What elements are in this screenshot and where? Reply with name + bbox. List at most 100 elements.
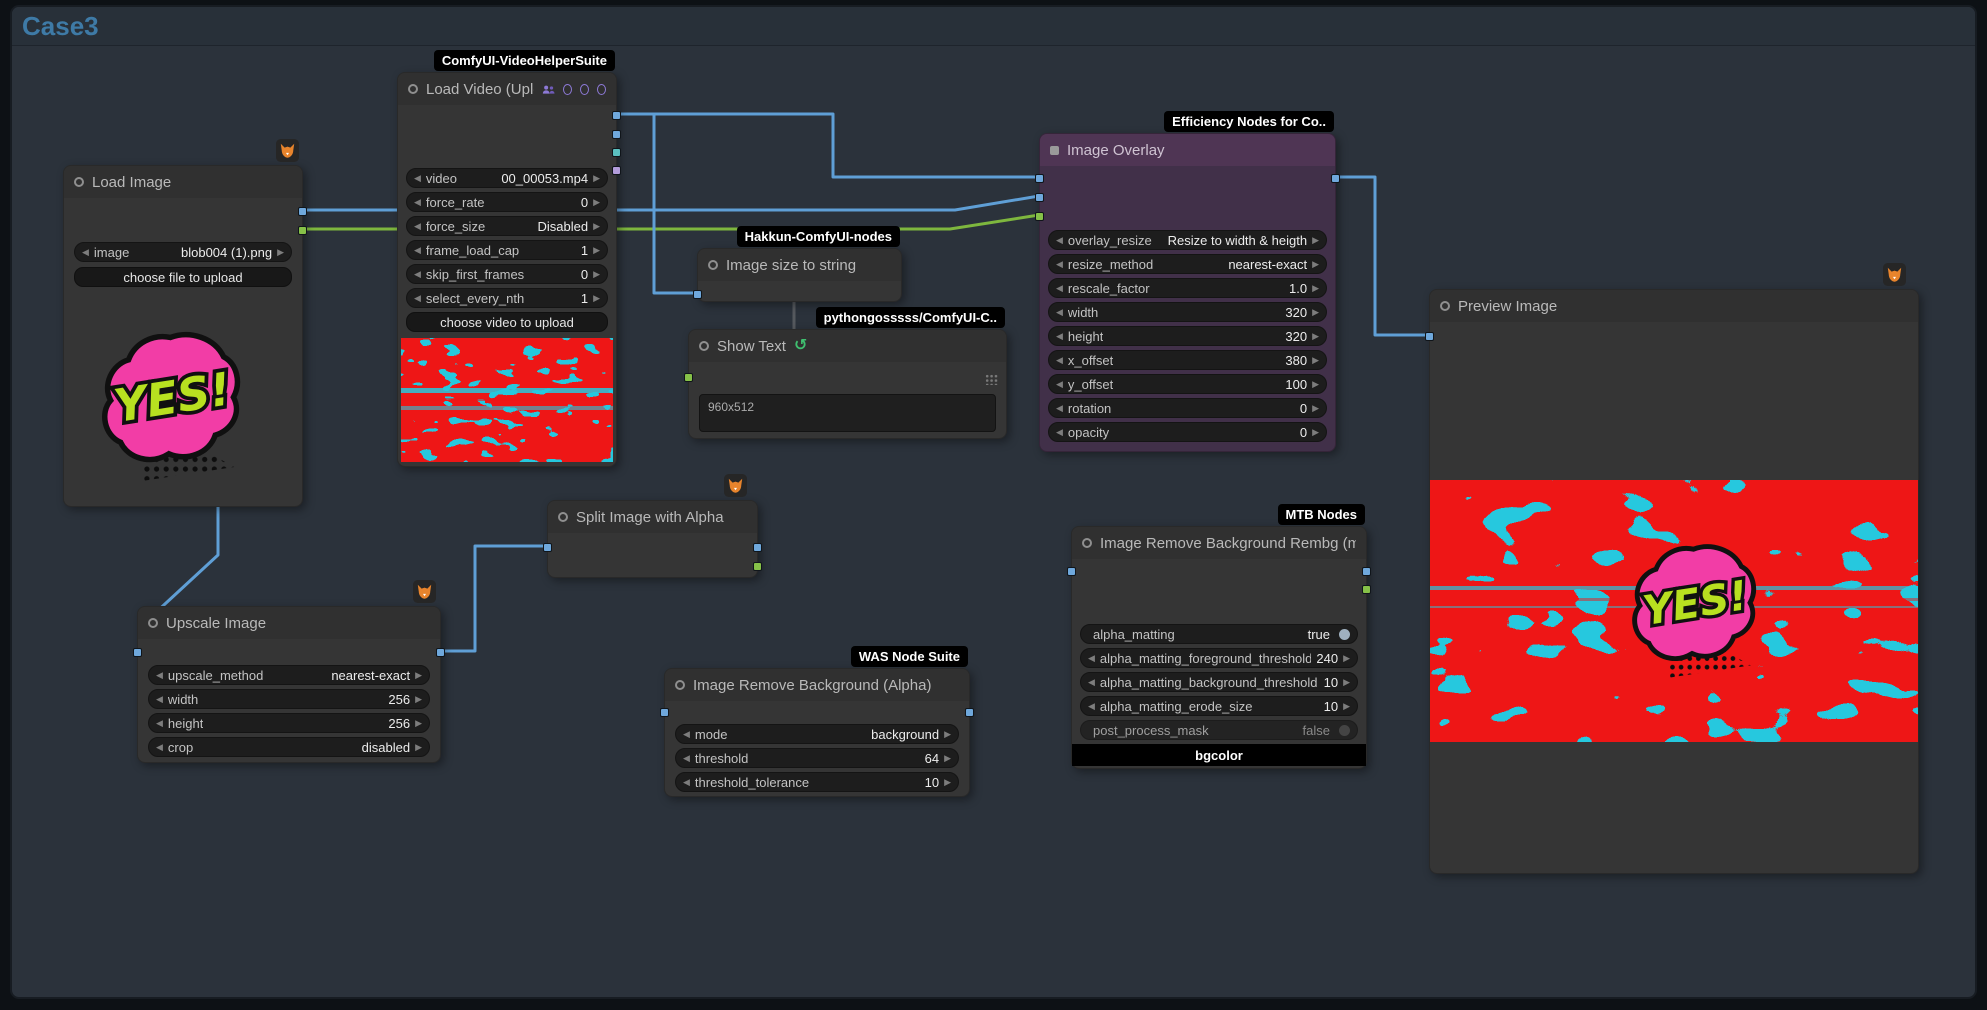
decrement-arrow-icon[interactable]: [1056, 236, 1063, 245]
widget-image[interactable]: image blob004 (1).png: [74, 242, 292, 262]
increment-arrow-icon[interactable]: [415, 695, 422, 704]
input-slot-image[interactable]: [1067, 567, 1076, 576]
increment-arrow-icon[interactable]: [1312, 428, 1319, 437]
collapse-dot-icon[interactable]: [699, 341, 709, 351]
output-slot-frame-count[interactable]: [612, 130, 621, 139]
widget-alpha-matting-erode-size[interactable]: alpha_matting_erode_size 10: [1080, 696, 1358, 716]
increment-arrow-icon[interactable]: [415, 671, 422, 680]
input-slot-image[interactable]: [133, 648, 142, 657]
choose-video-button[interactable]: choose video to upload: [406, 312, 608, 332]
increment-arrow-icon[interactable]: [277, 248, 284, 257]
input-slot-optional-mask[interactable]: [1035, 212, 1044, 221]
widget-upscale-method[interactable]: upscale_method nearest-exact: [148, 665, 430, 685]
node-image-size-to-string[interactable]: Image size to string: [697, 248, 902, 302]
decrement-arrow-icon[interactable]: [156, 743, 163, 752]
node-remove-background-alpha[interactable]: Image Remove Background (Alpha) mode bac…: [664, 668, 970, 797]
decrement-arrow-icon[interactable]: [1088, 654, 1095, 663]
node-header[interactable]: Load Video (Upload): [398, 73, 616, 105]
node-image-overlay[interactable]: Image Overlay overlay_resize Resize to w…: [1039, 133, 1336, 452]
widget-crop[interactable]: crop disabled: [148, 737, 430, 757]
node-show-text[interactable]: Show Text ↺ 960x512: [688, 329, 1007, 439]
increment-arrow-icon[interactable]: [1312, 236, 1319, 245]
increment-arrow-icon[interactable]: [593, 222, 600, 231]
decrement-arrow-icon[interactable]: [1056, 260, 1063, 269]
increment-arrow-icon[interactable]: [1343, 702, 1350, 711]
increment-arrow-icon[interactable]: [593, 294, 600, 303]
decrement-arrow-icon[interactable]: [414, 246, 421, 255]
input-slot-image[interactable]: [543, 543, 552, 552]
input-slot-image[interactable]: [693, 290, 702, 299]
increment-arrow-icon[interactable]: [944, 778, 951, 787]
collapse-dot-icon[interactable]: [675, 680, 685, 690]
output-slot-image[interactable]: [1362, 567, 1371, 576]
widget-alpha-matting-foreground-threshold[interactable]: alpha_matting_foreground_threshold 240: [1080, 648, 1358, 668]
widget-width[interactable]: width 256: [148, 689, 430, 709]
widget-y-offset[interactable]: y_offset 100: [1048, 374, 1327, 394]
node-header[interactable]: Image Remove Background Rembg (mtb): [1072, 527, 1366, 559]
decrement-arrow-icon[interactable]: [414, 222, 421, 231]
node-header[interactable]: Load Image: [64, 166, 302, 198]
widget-rotation[interactable]: rotation 0: [1048, 398, 1327, 418]
output-slot-mask[interactable]: [1362, 585, 1371, 594]
input-slot-overlay-image[interactable]: [1035, 193, 1044, 202]
decrement-arrow-icon[interactable]: [1056, 356, 1063, 365]
output-slot-mask[interactable]: [298, 226, 307, 235]
widget-alpha-matting-background-threshold[interactable]: alpha_matting_background_threshold 10: [1080, 672, 1358, 692]
decrement-arrow-icon[interactable]: [414, 270, 421, 279]
output-slot-image[interactable]: [753, 543, 762, 552]
node-load-video[interactable]: Load Video (Upload) video 00_00053.mp4 f…: [397, 72, 617, 467]
increment-arrow-icon[interactable]: [593, 270, 600, 279]
widget-threshold-tolerance[interactable]: threshold_tolerance 10: [675, 772, 959, 792]
decrement-arrow-icon[interactable]: [1088, 702, 1095, 711]
toggle-knob[interactable]: [1339, 629, 1350, 640]
collapse-dot-icon[interactable]: [558, 512, 568, 522]
decrement-arrow-icon[interactable]: [156, 695, 163, 704]
widget-overlay-resize[interactable]: overlay_resize Resize to width & heigth: [1048, 230, 1327, 250]
decrement-arrow-icon[interactable]: [683, 730, 690, 739]
increment-arrow-icon[interactable]: [593, 174, 600, 183]
resize-grid-icon[interactable]: [985, 374, 998, 385]
widget-height[interactable]: height 320: [1048, 326, 1327, 346]
collapse-dot-icon[interactable]: [408, 84, 418, 94]
output-slot-video-info[interactable]: [612, 166, 621, 175]
output-slot-mask[interactable]: [753, 562, 762, 571]
output-slot-image[interactable]: [298, 207, 307, 216]
increment-arrow-icon[interactable]: [593, 198, 600, 207]
input-slot-text[interactable]: [684, 373, 693, 382]
input-slot-base-image[interactable]: [1035, 174, 1044, 183]
input-slot-image[interactable]: [660, 708, 669, 717]
increment-arrow-icon[interactable]: [415, 719, 422, 728]
collapse-dot-icon[interactable]: [708, 260, 718, 270]
node-split-image-alpha[interactable]: Split Image with Alpha: [547, 500, 758, 578]
increment-arrow-icon[interactable]: [944, 754, 951, 763]
collapse-dot-icon[interactable]: [1082, 538, 1092, 548]
increment-arrow-icon[interactable]: [1343, 654, 1350, 663]
decrement-arrow-icon[interactable]: [1056, 284, 1063, 293]
widget-force-rate[interactable]: force_rate 0: [406, 192, 608, 212]
widget-select-every-nth[interactable]: select_every_nth 1: [406, 288, 608, 308]
widget-frame-load-cap[interactable]: frame_load_cap 1: [406, 240, 608, 260]
output-slot-audio[interactable]: [612, 148, 621, 157]
increment-arrow-icon[interactable]: [1312, 380, 1319, 389]
node-header[interactable]: Preview Image: [1430, 290, 1918, 322]
node-header[interactable]: Split Image with Alpha: [548, 501, 757, 533]
widget-mode[interactable]: mode background: [675, 724, 959, 744]
decrement-arrow-icon[interactable]: [1056, 380, 1063, 389]
node-header[interactable]: Upscale Image: [138, 607, 440, 639]
widget-force-size[interactable]: force_size Disabled: [406, 216, 608, 236]
widget-threshold[interactable]: threshold 64: [675, 748, 959, 768]
input-slot-images[interactable]: [1425, 332, 1434, 341]
increment-arrow-icon[interactable]: [1312, 284, 1319, 293]
decrement-arrow-icon[interactable]: [156, 719, 163, 728]
widget-rescale-factor[interactable]: rescale_factor 1.0: [1048, 278, 1327, 298]
toggle-knob[interactable]: [1339, 725, 1350, 736]
widget-post-process-mask[interactable]: post_process_mask false: [1080, 720, 1358, 740]
increment-arrow-icon[interactable]: [1312, 332, 1319, 341]
increment-arrow-icon[interactable]: [593, 246, 600, 255]
widget-skip-first-frames[interactable]: skip_first_frames 0: [406, 264, 608, 284]
widget-height[interactable]: height 256: [148, 713, 430, 733]
node-header[interactable]: Image Overlay: [1040, 134, 1335, 166]
increment-arrow-icon[interactable]: [1343, 678, 1350, 687]
widget-alpha-matting[interactable]: alpha_matting true: [1080, 624, 1358, 644]
collapse-dot-icon[interactable]: [1050, 146, 1059, 155]
